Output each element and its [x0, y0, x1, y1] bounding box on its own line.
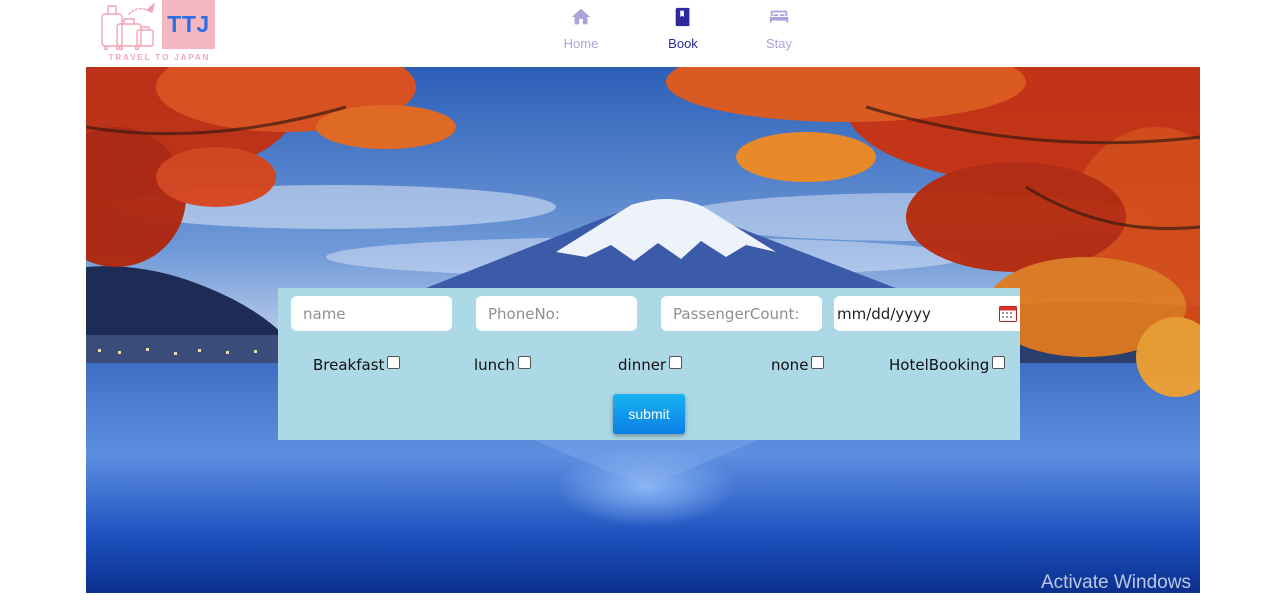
book-icon — [675, 7, 690, 27]
nav-item-stay[interactable]: Stay — [744, 6, 814, 54]
phone-input[interactable] — [476, 296, 637, 331]
logo-text: TTJ — [167, 11, 210, 37]
nav-label-stay: Stay — [765, 36, 792, 51]
option-lunch-label: lunch — [474, 356, 515, 374]
home-icon — [571, 8, 591, 25]
option-breakfast[interactable]: Breakfast — [313, 355, 401, 374]
logo-tagline: TRAVEL TO JAPAN — [108, 53, 211, 62]
hotel-booking-checkbox[interactable] — [992, 355, 1006, 369]
submit-button[interactable]: submit — [613, 394, 685, 434]
option-lunch[interactable]: lunch — [474, 355, 531, 374]
option-breakfast-label: Breakfast — [313, 356, 385, 374]
dinner-checkbox[interactable] — [669, 355, 683, 369]
nav-item-home[interactable]: Home — [546, 6, 616, 54]
option-hotel-booking-label: HotelBooking — [889, 356, 990, 374]
breakfast-checkbox[interactable] — [387, 355, 401, 369]
option-dinner-label: dinner — [618, 356, 667, 374]
nav-label-home: Home — [563, 36, 599, 51]
none-checkbox[interactable] — [811, 355, 825, 369]
option-none-label: none — [771, 356, 809, 374]
name-input[interactable] — [291, 296, 452, 331]
lunch-checkbox[interactable] — [517, 355, 531, 369]
option-dinner[interactable]: dinner — [618, 355, 683, 374]
luggage-plane-icon — [101, 3, 155, 51]
option-hotel-booking[interactable]: HotelBooking — [889, 355, 1006, 374]
bed-icon — [769, 10, 789, 23]
option-none[interactable]: none — [771, 355, 825, 374]
date-input[interactable]: mm/dd/yyyy — [834, 296, 1020, 331]
nav-label-book: Book — [668, 36, 698, 51]
logo-badge: TTJ — [162, 0, 215, 49]
date-placeholder: mm/dd/yyyy — [837, 304, 931, 323]
passenger-count-input[interactable] — [661, 296, 822, 331]
activate-windows-watermark: Activate Windows — [1041, 572, 1191, 593]
nav-item-book[interactable]: Book — [648, 6, 718, 54]
calendar-icon[interactable] — [999, 305, 1017, 322]
brand-logo[interactable]: TTJ TRAVEL TO JAPAN — [97, 0, 222, 66]
booking-form: mm/dd/yyyy Breakfast lunch dinner none H… — [278, 288, 1020, 440]
